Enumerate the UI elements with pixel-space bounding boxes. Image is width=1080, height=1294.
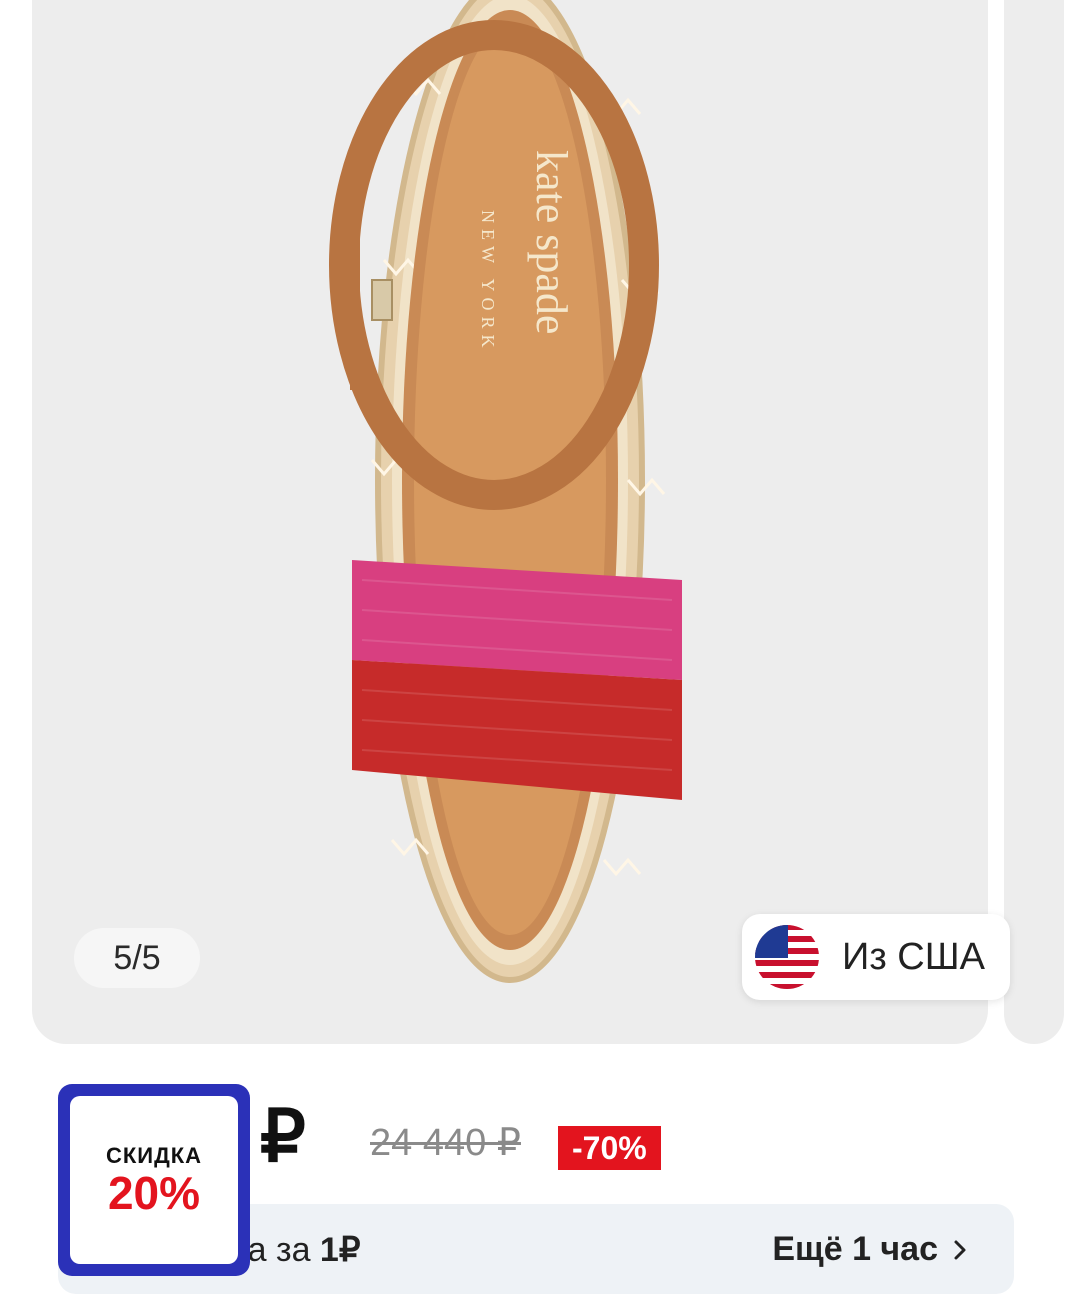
product-image: kate spade NEW YORK bbox=[329, 0, 682, 983]
promo-timer[interactable]: Ещё 1 час bbox=[772, 1230, 968, 1269]
back-icon[interactable] bbox=[88, 0, 148, 5]
discount-badge: -70% bbox=[558, 1126, 661, 1170]
favorite-icon[interactable] bbox=[912, 0, 982, 15]
chevron-right-icon bbox=[954, 1240, 966, 1259]
image-counter: 5/5 bbox=[74, 928, 200, 988]
brand-text: kate spade bbox=[527, 150, 576, 334]
promo-left-value: 1₽ bbox=[319, 1231, 361, 1269]
discount-sticker: СКИДКА 20% bbox=[58, 1084, 250, 1276]
sticker-percent: 20% bbox=[107, 1167, 201, 1219]
brand-subtext: NEW YORK bbox=[478, 210, 498, 354]
next-gallery-card[interactable] bbox=[1004, 0, 1064, 1044]
sticker-top-text: СКИДКА bbox=[105, 1143, 203, 1168]
origin-badge[interactable]: Из США bbox=[742, 914, 1010, 1000]
origin-label: Из США bbox=[842, 935, 985, 978]
discount-sticker-inner: СКИДКА 20% bbox=[70, 1096, 238, 1264]
share-icon[interactable] bbox=[852, 0, 892, 5]
us-flag-icon bbox=[755, 925, 819, 989]
promo-left-text: ка за 1₽ bbox=[232, 1230, 360, 1270]
promo-timer-text: Ещё 1 час bbox=[772, 1230, 938, 1268]
price-old: 24 440 ₽ bbox=[370, 1122, 521, 1164]
image-counter-text: 5/5 bbox=[113, 938, 161, 977]
product-gallery[interactable]: kate spade NEW YORK bbox=[32, 0, 988, 1044]
